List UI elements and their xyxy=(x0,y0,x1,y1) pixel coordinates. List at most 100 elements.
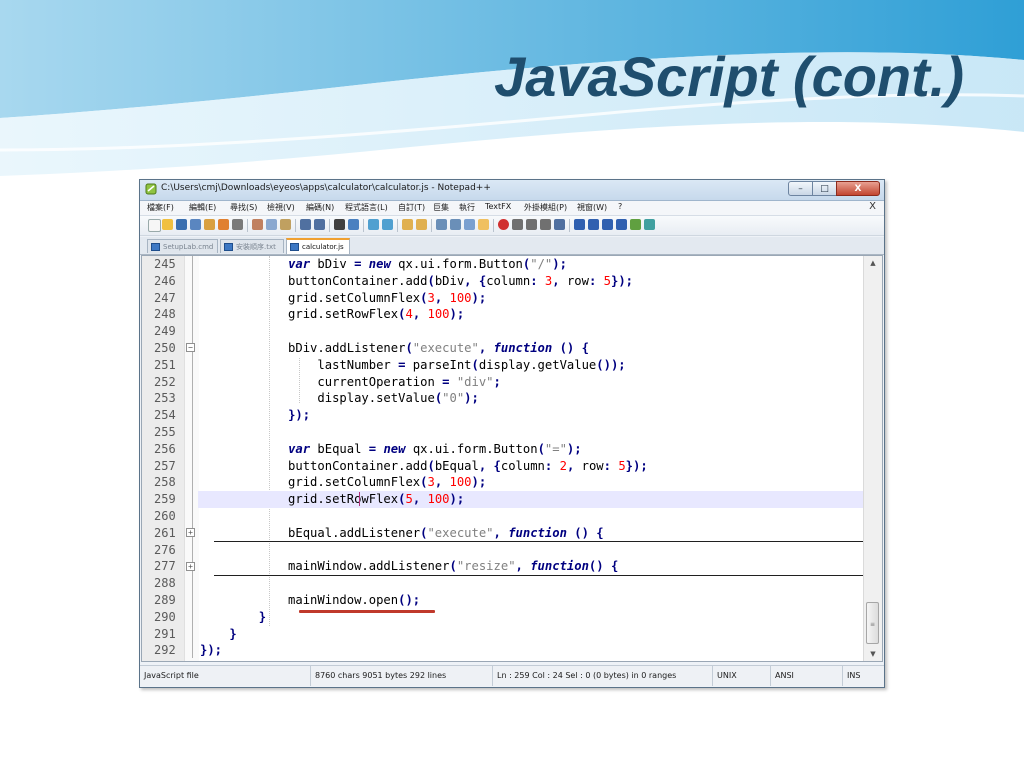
menu-edit[interactable]: 編輯(E) xyxy=(189,202,216,213)
undo-icon[interactable] xyxy=(300,219,311,230)
menu-window[interactable]: 視窗(W) xyxy=(577,202,607,213)
toolbar-separator xyxy=(397,219,398,232)
tab-install-order[interactable]: 安裝順序.txt xyxy=(220,239,284,253)
menu-macro[interactable]: 巨集 xyxy=(433,202,449,213)
replace-icon[interactable] xyxy=(348,219,359,230)
menu-view[interactable]: 檢視(V) xyxy=(267,202,295,213)
slide-title: JavaScript (cont.) xyxy=(494,45,964,108)
line-text: grid.setRowFlex(5, 100); xyxy=(200,492,465,507)
close-file-icon[interactable] xyxy=(204,219,215,230)
code-line: 257 buttonContainer.add(bEqual, {column:… xyxy=(154,458,864,475)
code-editor[interactable]: − + + 245 var bDiv = new qx.ui.form.Butt… xyxy=(141,255,883,662)
plugin-icon[interactable] xyxy=(630,219,641,230)
menu-run[interactable]: 執行 xyxy=(459,202,475,213)
line-number: 277 xyxy=(154,559,176,574)
status-file-size: 8760 chars 9051 bytes 292 lines xyxy=(310,666,492,686)
function-list-icon[interactable] xyxy=(574,219,585,230)
show-all-chars-icon[interactable] xyxy=(450,219,461,230)
close-button[interactable]: X xyxy=(836,181,880,196)
toolbar-separator xyxy=(493,219,494,232)
line-text: grid.setColumnFlex(3, 100); xyxy=(200,475,487,490)
tab-calculator[interactable]: calculator.js xyxy=(286,238,350,254)
line-text: var bDiv = new qx.ui.form.Button("/"); xyxy=(288,257,567,271)
line-number: 292 xyxy=(154,643,176,658)
sync-horizontal-icon[interactable] xyxy=(416,219,427,230)
doc-map-icon[interactable] xyxy=(478,219,489,230)
find-icon[interactable] xyxy=(334,219,345,230)
document-close-icon[interactable]: X xyxy=(869,201,876,212)
line-number: 251 xyxy=(154,357,176,372)
code-line: 245 var bDiv = new qx.ui.form.Button("/"… xyxy=(154,256,864,273)
current-code-line: 259 grid.setRowFlex(5, 100); xyxy=(154,491,864,508)
record-macro-icon[interactable] xyxy=(498,219,509,230)
menu-bar: 檔案(F) 編輯(E) 尋找(S) 檢視(V) 編碼(N) 程式語言(L) 自訂… xyxy=(140,201,884,216)
scrollbar-thumb[interactable]: ≡ xyxy=(866,602,879,644)
line-text: var bEqual = new qx.ui.form.Button("="); xyxy=(288,441,582,456)
open-file-icon[interactable] xyxy=(162,219,173,230)
status-cursor-position: Ln : 259 Col : 24 Sel : 0 (0 bytes) in 0… xyxy=(492,666,712,686)
line-text: bEqual.addListener("execute", function (… xyxy=(200,525,604,540)
code-line: 277 mainWindow.addListener("resize", fun… xyxy=(154,558,864,575)
title-bar[interactable]: C:\Users\cmj\Downloads\eyeos\apps\calcul… xyxy=(140,180,884,201)
line-number: 291 xyxy=(154,626,176,641)
menu-plugins[interactable]: 外掛模組(P) xyxy=(524,202,567,213)
sync-vertical-icon[interactable] xyxy=(402,219,413,230)
code-line: 250 bDiv.addListener("execute", function… xyxy=(154,340,864,357)
code-line: 256 var bEqual = new qx.ui.form.Button("… xyxy=(154,441,864,458)
print-icon[interactable] xyxy=(232,219,243,230)
move-up-icon[interactable] xyxy=(588,219,599,230)
indent-guide-icon[interactable] xyxy=(464,219,475,230)
menu-search[interactable]: 尋找(S) xyxy=(230,202,257,213)
code-line: 246 buttonContainer.add(bDiv, {column: 3… xyxy=(154,273,864,290)
code-line: 290 } xyxy=(154,609,864,626)
menu-language[interactable]: 程式語言(L) xyxy=(345,202,388,213)
menu-help[interactable]: ? xyxy=(618,202,622,211)
line-number: 248 xyxy=(154,307,176,322)
menu-encoding[interactable]: 編碼(N) xyxy=(306,202,334,213)
tab-setuplab[interactable]: SetupLab.cmd xyxy=(147,239,218,253)
zoom-out-icon[interactable] xyxy=(382,219,393,230)
close-all-icon[interactable] xyxy=(218,219,229,230)
stop-macro-icon[interactable] xyxy=(512,219,523,230)
new-file-icon[interactable] xyxy=(148,219,161,232)
spell-check-icon[interactable] xyxy=(644,219,655,230)
word-wrap-icon[interactable] xyxy=(436,219,447,230)
line-text: mainWindow.addListener("resize", functio… xyxy=(200,559,619,574)
line-number: 276 xyxy=(154,542,176,557)
line-number: 254 xyxy=(154,408,176,423)
run-macro-multiple-icon[interactable] xyxy=(540,219,551,230)
scroll-down-icon[interactable]: ▼ xyxy=(864,647,882,661)
cut-icon[interactable] xyxy=(252,219,263,230)
maximize-icon: □ xyxy=(820,183,829,194)
menu-file[interactable]: 檔案(F) xyxy=(147,202,174,213)
sort-icon[interactable] xyxy=(616,219,627,230)
maximize-button[interactable]: □ xyxy=(812,181,837,196)
line-text: currentOperation = "div"; xyxy=(200,374,501,389)
minimize-button[interactable]: – xyxy=(788,181,813,196)
tab-label: calculator.js xyxy=(302,243,344,251)
code-line: 252 currentOperation = "div"; xyxy=(154,374,864,391)
save-macro-icon[interactable] xyxy=(554,219,565,230)
paste-icon[interactable] xyxy=(280,219,291,230)
menu-textfx[interactable]: TextFX xyxy=(485,202,511,211)
redo-icon[interactable] xyxy=(314,219,325,230)
vertical-scrollbar[interactable]: ▲ ≡ ▼ xyxy=(863,256,882,661)
line-number: 247 xyxy=(154,290,176,305)
status-encoding: ANSI xyxy=(770,666,842,686)
folded-block-marker xyxy=(214,575,864,576)
menu-settings[interactable]: 自訂(T) xyxy=(398,202,425,213)
file-icon xyxy=(224,243,233,251)
copy-icon[interactable] xyxy=(266,219,277,230)
save-icon[interactable] xyxy=(176,219,187,230)
code-area[interactable]: 245 var bDiv = new qx.ui.form.Button("/"… xyxy=(154,256,864,661)
line-number: 253 xyxy=(154,391,176,406)
play-macro-icon[interactable] xyxy=(526,219,537,230)
code-line: 255 xyxy=(154,424,864,441)
toolbar-separator xyxy=(247,219,248,232)
code-line: 261 bEqual.addListener("execute", functi… xyxy=(154,525,864,542)
scroll-up-icon[interactable]: ▲ xyxy=(864,256,882,270)
save-all-icon[interactable] xyxy=(190,219,201,230)
zoom-in-icon[interactable] xyxy=(368,219,379,230)
move-down-icon[interactable] xyxy=(602,219,613,230)
line-text: grid.setRowFlex(4, 100); xyxy=(200,307,465,322)
